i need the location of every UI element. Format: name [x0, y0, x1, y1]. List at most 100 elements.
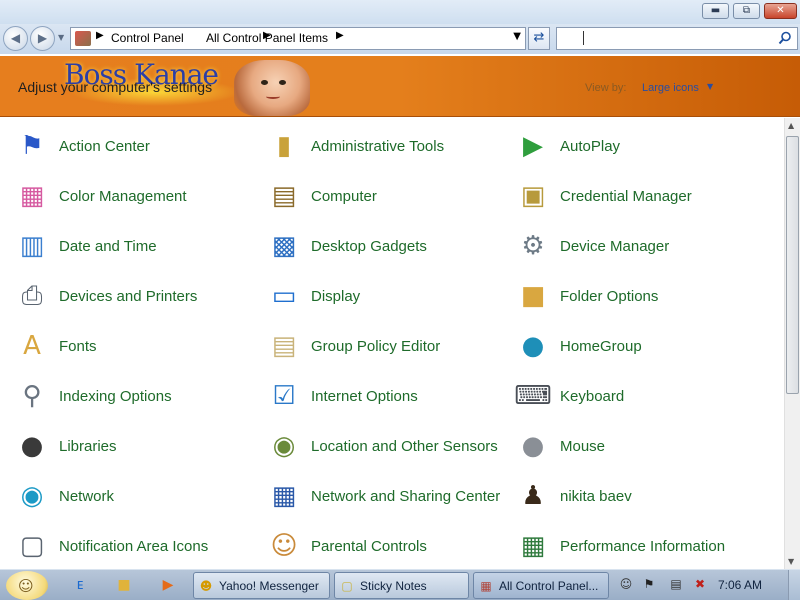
- show-desktop-button[interactable]: [788, 570, 800, 600]
- control-panel-item-internet-options[interactable]: ☑ Internet Options: [267, 374, 507, 418]
- control-panel-item-fonts[interactable]: A Fonts: [15, 324, 255, 368]
- network-globe-icon: ◉: [20, 481, 44, 511]
- control-panel-item-folder-options[interactable]: ■ Folder Options: [516, 274, 756, 318]
- control-panel-item-label[interactable]: Desktop Gadgets: [311, 236, 427, 257]
- control-panel-item-label[interactable]: Group Policy Editor: [311, 336, 440, 357]
- back-button[interactable]: ◀: [3, 26, 28, 51]
- control-panel-item-label[interactable]: Date and Time: [59, 236, 157, 257]
- control-panel-item-label[interactable]: Action Center: [59, 136, 150, 157]
- control-panel-item-label[interactable]: Computer: [311, 186, 377, 207]
- control-panel-item-label[interactable]: HomeGroup: [560, 336, 642, 357]
- control-panel-item-mouse[interactable]: ● Mouse: [516, 424, 756, 468]
- messenger-status-icon[interactable]: ☺: [618, 576, 634, 592]
- network-icon[interactable]: ▤: [668, 576, 684, 592]
- internet-explorer-icon[interactable]: ᴇ: [70, 575, 90, 595]
- taskbar-button-sticky-notes[interactable]: ▢ Sticky Notes: [334, 572, 469, 599]
- media-player-icon[interactable]: ▶: [158, 575, 178, 595]
- search-input[interactable]: [556, 27, 798, 50]
- control-panel-item-label[interactable]: Devices and Printers: [59, 286, 197, 307]
- scroll-up-icon[interactable]: ▲: [788, 121, 794, 130]
- breadcrumb-all-control-panel-items[interactable]: All Control Panel Items: [206, 31, 328, 45]
- start-button[interactable]: ☺: [6, 571, 48, 600]
- control-panel-item-label[interactable]: Device Manager: [560, 236, 669, 257]
- scroll-down-icon[interactable]: ▼: [788, 557, 794, 566]
- control-panel-items: ⚑ Action Center ▮ Administrative Tools ▶ Auto…: [0, 118, 784, 569]
- window-title-bar[interactable]: ▬ ⧉ ✕: [0, 0, 800, 24]
- maximize-button[interactable]: ⧉: [733, 3, 760, 19]
- control-panel-item-computer[interactable]: ▤ Computer: [267, 174, 507, 218]
- action-center-flag-icon[interactable]: ⚑: [641, 576, 657, 592]
- control-panel-item-label[interactable]: Credential Manager: [560, 186, 692, 207]
- control-panel-item-label[interactable]: Color Management: [59, 186, 187, 207]
- control-panel-item-label[interactable]: Keyboard: [560, 386, 624, 407]
- control-panel-item-group-policy-editor[interactable]: ▤ Group Policy Editor: [267, 324, 507, 368]
- taskbar-button-yahoo-messenger[interactable]: ☻ Yahoo! Messenger: [193, 572, 330, 599]
- control-panel-item-label[interactable]: nikita baev: [560, 486, 632, 507]
- breadcrumb-separator-icon[interactable]: ▶: [336, 30, 344, 41]
- close-button[interactable]: ✕: [764, 3, 797, 19]
- control-panel-item-location-and-other-sensors[interactable]: ◉ Location and Other Sensors: [267, 424, 507, 468]
- volume-muted-icon[interactable]: ✖: [692, 576, 708, 592]
- homegroup-globe-icon: ●: [521, 331, 545, 361]
- control-panel-item-keyboard[interactable]: ⌨ Keyboard: [514, 374, 756, 418]
- control-panel-item-label[interactable]: AutoPlay: [560, 136, 620, 157]
- control-panel-item-devices-and-printers[interactable]: ⎙ Devices and Printers: [15, 274, 255, 318]
- minimize-button[interactable]: ▬: [702, 3, 729, 19]
- control-panel-item-label[interactable]: Internet Options: [311, 386, 418, 407]
- control-panel-item-color-management[interactable]: ▦ Color Management: [15, 174, 255, 218]
- control-panel-item-label[interactable]: Display: [311, 286, 360, 307]
- control-panel-item-label[interactable]: Parental Controls: [311, 536, 427, 557]
- control-panel-item-administrative-tools[interactable]: ▮ Administrative Tools: [267, 124, 507, 168]
- forward-button[interactable]: ▶: [30, 26, 55, 51]
- recent-pages-dropdown-icon[interactable]: ▼: [58, 33, 68, 43]
- control-panel-item-label[interactable]: Network and Sharing Center: [311, 486, 500, 507]
- start-orb-icon: ☺: [18, 577, 34, 595]
- control-panel-item-notification-area-icons[interactable]: ▢ Notification Area Icons: [15, 524, 255, 568]
- control-panel-item-device-manager[interactable]: ⚙ Device Manager: [516, 224, 756, 268]
- breadcrumb-separator-icon[interactable]: ▶: [96, 30, 104, 41]
- system-clock[interactable]: 7:06 AM: [718, 578, 762, 592]
- control-panel-item-libraries[interactable]: ● Libraries: [15, 424, 255, 468]
- windows-explorer-icon[interactable]: ■: [114, 575, 134, 595]
- address-history-dropdown-icon[interactable]: ▼: [513, 31, 521, 42]
- control-panel-item-parental-controls[interactable]: ☺ Parental Controls: [267, 524, 507, 568]
- control-panel-item-label[interactable]: Location and Other Sensors: [311, 436, 498, 457]
- control-panel-icon: [75, 31, 91, 46]
- view-by-dropdown[interactable]: Large icons: [642, 82, 699, 94]
- control-panel-item-action-center[interactable]: ⚑ Action Center: [15, 124, 255, 168]
- control-panel-item-network[interactable]: ◉ Network: [15, 474, 255, 518]
- vertical-scrollbar[interactable]: ▲ ▼: [784, 118, 800, 569]
- control-panel-item-label[interactable]: Fonts: [59, 336, 97, 357]
- control-panel-item-credential-manager[interactable]: ▣ Credential Manager: [516, 174, 756, 218]
- control-panel-item-label[interactable]: Notification Area Icons: [59, 536, 208, 557]
- refresh-button[interactable]: ⇄: [528, 27, 550, 50]
- control-panel-item-date-and-time[interactable]: ▥ Date and Time: [15, 224, 255, 268]
- control-panel-item-nikita-baev[interactable]: ♟ nikita baev: [516, 474, 756, 518]
- control-panel-item-indexing-options[interactable]: ⚲ Indexing Options: [15, 374, 255, 418]
- control-panel-item-network-and-sharing-center[interactable]: ▦ Network and Sharing Center: [267, 474, 507, 518]
- network-sharing-center-icon: ▦: [271, 481, 297, 511]
- control-panel-item-label[interactable]: Indexing Options: [59, 386, 172, 407]
- folder-options-icon: ■: [520, 281, 546, 311]
- control-panel-item-desktop-gadgets[interactable]: ▩ Desktop Gadgets: [267, 224, 507, 268]
- chevron-down-icon[interactable]: ▼: [707, 82, 713, 91]
- scrollbar-thumb[interactable]: [786, 136, 799, 394]
- libraries-icon: ●: [20, 431, 44, 461]
- devices-and-printers-icon: ⎙: [21, 280, 43, 311]
- search-icon[interactable]: [778, 31, 792, 45]
- avatar-eye: [279, 80, 286, 85]
- control-panel-item-label[interactable]: Folder Options: [560, 286, 658, 307]
- control-panel-item-label[interactable]: Network: [59, 486, 114, 507]
- navigation-bar: ◀ ▶ ▼ ▶ Control Panel ▶ All Control Pane…: [0, 24, 800, 54]
- control-panel-item-autoplay[interactable]: ▶ AutoPlay: [516, 124, 756, 168]
- control-panel-item-label[interactable]: Mouse: [560, 436, 605, 457]
- control-panel-item-label[interactable]: Performance Information: [560, 536, 725, 557]
- control-panel-item-label[interactable]: Libraries: [59, 436, 117, 457]
- control-panel-item-homegroup[interactable]: ● HomeGroup: [516, 324, 756, 368]
- control-panel-item-display[interactable]: ▭ Display: [267, 274, 507, 318]
- taskbar-button-control-panel[interactable]: ▦ All Control Panel...: [473, 572, 609, 599]
- address-bar[interactable]: ▶ Control Panel ▶ All Control Panel Item…: [70, 27, 526, 50]
- control-panel-item-performance-information[interactable]: ▦ Performance Information: [516, 524, 756, 568]
- breadcrumb-control-panel[interactable]: Control Panel: [111, 31, 184, 45]
- control-panel-item-label[interactable]: Administrative Tools: [311, 136, 444, 157]
